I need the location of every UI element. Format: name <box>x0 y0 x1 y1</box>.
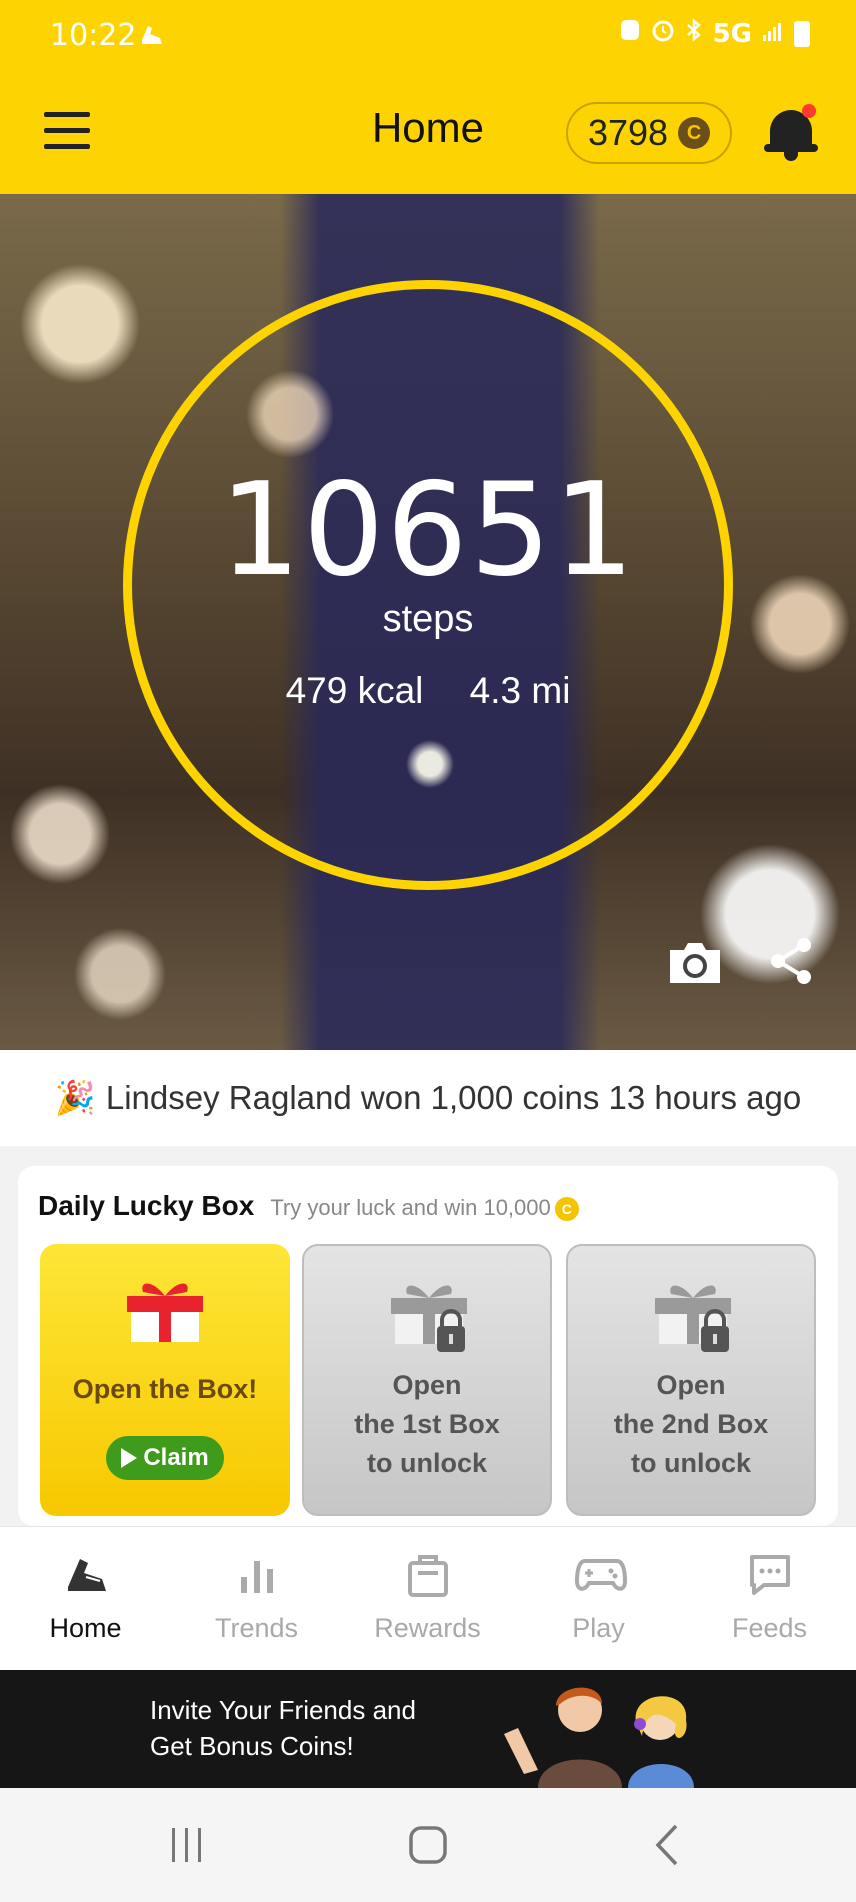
coin-balance: 3798 <box>587 112 669 153</box>
locked-box-1-line1: Open <box>392 1370 462 1400</box>
lucky-box-open[interactable]: Open the Box! Claim <box>40 1244 290 1516</box>
party-popper-icon: 🎉 <box>54 1078 96 1116</box>
locked-gift-icon <box>387 1276 471 1352</box>
lucky-box-header: Daily Lucky Box Try your luck and win 10… <box>38 1190 579 1222</box>
status-icons: 5G <box>619 18 810 49</box>
tab-feeds[interactable]: Feeds <box>684 1527 855 1671</box>
tab-rewards[interactable]: Rewards <box>342 1527 513 1671</box>
share-icon[interactable] <box>768 936 814 986</box>
tab-home-label: Home <box>49 1613 122 1643</box>
distance-value: 4.3 mi <box>469 670 571 711</box>
locked-gift-icon <box>651 1276 735 1352</box>
back-icon[interactable] <box>628 1818 708 1872</box>
gamepad-icon <box>574 1551 628 1599</box>
battery-icon <box>794 20 810 47</box>
tab-rewards-label: Rewards <box>374 1613 481 1643</box>
open-box-label: Open the Box! <box>72 1374 258 1404</box>
notification-dot <box>802 104 816 118</box>
app-status-icon <box>619 18 641 49</box>
status-bar: 10:22 5G <box>0 0 856 78</box>
lucky-box-subtitle: Try your luck and win 10,000 C <box>270 1195 579 1222</box>
gift-icon <box>123 1274 207 1344</box>
lucky-box-subtitle-text: Try your luck and win 10,000 <box>270 1195 551 1220</box>
locked-box-1-line2: the 1st Box <box>354 1409 500 1439</box>
bluetooth-icon <box>685 18 703 49</box>
step-hero: 10651 steps 479 kcal 4.3 mi <box>0 194 856 1050</box>
tab-trends[interactable]: Trends <box>171 1527 342 1671</box>
invite-line-1: Invite Your Friends and <box>150 1695 416 1725</box>
locked-box-2-line1: Open <box>656 1370 726 1400</box>
step-count: 10651 <box>219 456 637 605</box>
app-header: Home 3798 C <box>0 78 856 194</box>
signal-icon <box>762 19 784 49</box>
coin-icon: C <box>678 117 711 149</box>
daily-lucky-box-card: Daily Lucky Box Try your luck and win 10… <box>18 1166 838 1526</box>
alarm-icon <box>651 18 675 49</box>
tab-play[interactable]: Play <box>513 1527 684 1671</box>
shopping-bag-icon <box>404 1551 452 1599</box>
locked-box-1-label: Open the 1st Box to unlock <box>304 1366 550 1483</box>
coin-icon: C <box>554 1197 579 1222</box>
shoe-icon <box>62 1551 110 1599</box>
shoe-notification-icon <box>138 20 166 55</box>
locked-box-2-line3: to unlock <box>631 1448 751 1478</box>
network-type: 5G <box>712 18 752 49</box>
tab-play-label: Play <box>572 1613 625 1643</box>
bar-chart-icon <box>233 1551 281 1599</box>
winner-ticker: 🎉 Lindsey Ragland won 1,000 coins 13 hou… <box>0 1050 856 1146</box>
claim-label: Claim <box>143 1444 209 1471</box>
top-bar: 10:22 5G Home 3798 C <box>0 0 856 194</box>
calories-value: 479 kcal <box>285 670 424 711</box>
coin-balance-button[interactable]: 3798 C <box>566 102 732 164</box>
activity-stats: 479 kcal 4.3 mi <box>0 670 856 712</box>
locked-box-1-line3: to unlock <box>367 1448 487 1478</box>
steps-label: steps <box>382 598 474 640</box>
tab-home[interactable]: Home <box>0 1527 171 1671</box>
bottom-nav: Home Trends Rewards Play Feeds <box>0 1526 856 1670</box>
recent-apps-icon[interactable] <box>146 1818 226 1872</box>
system-nav-bar <box>0 1788 856 1902</box>
tab-trends-label: Trends <box>214 1613 299 1643</box>
lucky-box-locked-2: Open the 2nd Box to unlock <box>566 1244 816 1516</box>
invite-banner-text: Invite Your Friends and Get Bonus Coins! <box>150 1692 470 1764</box>
tab-feeds-label: Feeds <box>731 1613 808 1643</box>
chat-bubble-icon <box>746 1551 794 1599</box>
locked-box-2-line2: the 2nd Box <box>613 1409 769 1439</box>
notification-bell-icon[interactable] <box>764 104 818 162</box>
invite-line-2: Get Bonus Coins! <box>150 1731 354 1761</box>
home-system-icon[interactable] <box>388 1818 468 1872</box>
claim-button[interactable]: Claim <box>106 1436 224 1480</box>
camera-icon[interactable] <box>666 940 724 986</box>
invite-friends-banner[interactable]: Invite Your Friends and Get Bonus Coins! <box>0 1670 856 1788</box>
ticker-text: Lindsey Ragland won 1,000 coins 13 hours… <box>105 1079 802 1116</box>
play-icon <box>121 1448 138 1468</box>
lucky-box-title: Daily Lucky Box <box>38 1190 255 1221</box>
lucky-box-locked-1: Open the 1st Box to unlock <box>302 1244 552 1516</box>
locked-box-2-label: Open the 2nd Box to unlock <box>568 1366 814 1483</box>
status-time: 10:22 <box>50 18 137 53</box>
friends-illustration <box>490 1670 730 1788</box>
